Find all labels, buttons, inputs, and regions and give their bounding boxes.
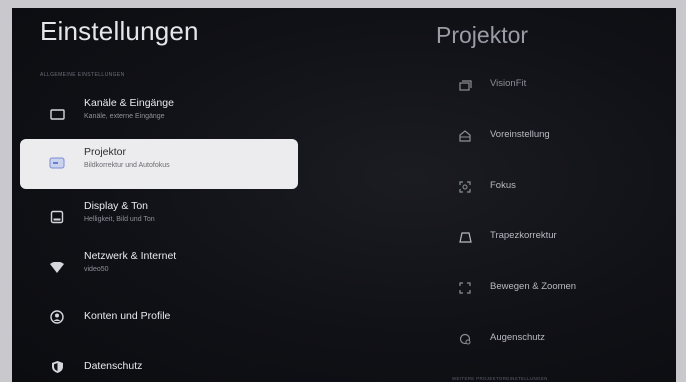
page-title: Einstellungen <box>40 16 199 46</box>
option-visionfit[interactable]: VisionFit <box>442 70 672 100</box>
option-keystone[interactable]: Trapezkorrektur <box>442 222 672 252</box>
preset-icon <box>456 127 474 145</box>
panel-title: Projektor <box>436 22 529 48</box>
visionfit-icon <box>456 76 474 94</box>
menu-item-projector[interactable]: Projektor Bildkorrektur und Autofokus <box>20 139 298 189</box>
menu-item-label: Datenschutz <box>84 360 143 372</box>
menu-item-label: Kanäle & Eingänge <box>84 97 174 109</box>
menu-item-sublabel: Kanäle, externe Eingänge <box>84 113 165 120</box>
menu-item-channels-inputs[interactable]: Kanäle & Eingänge Kanäle, externe Eingän… <box>20 90 298 140</box>
option-label: Trapezkorrektur <box>490 230 557 241</box>
tv-icon <box>48 105 66 123</box>
projector-options-panel: Projektor VisionFit Voreinstellung Fokus… <box>312 8 676 382</box>
menu-item-display-sound[interactable]: Display & Ton Helligkeit, Bild und Ton <box>20 193 298 243</box>
projector-icon <box>48 154 66 172</box>
option-label: Voreinstellung <box>490 129 550 140</box>
section-label-more: WEITERE PROJEKTOREINSTELLUNGEN <box>452 376 548 381</box>
section-label: ALLGEMEINE EINSTELLUNGEN <box>40 72 125 78</box>
menu-item-sublabel: Helligkeit, Bild und Ton <box>84 216 155 223</box>
menu-item-label: Netzwerk & Internet <box>84 250 177 262</box>
display-icon <box>48 208 66 226</box>
settings-menu-panel: Einstellungen ALLGEMEINE EINSTELLUNGEN K… <box>12 8 312 382</box>
focus-icon <box>456 178 474 196</box>
settings-screen: Einstellungen ALLGEMEINE EINSTELLUNGEN K… <box>12 8 676 382</box>
menu-item-label: Konten und Profile <box>84 310 171 322</box>
option-eye-protection[interactable]: Augenschutz <box>442 324 672 354</box>
eye-protection-icon <box>456 330 474 348</box>
option-focus[interactable]: Fokus <box>442 172 672 202</box>
menu-item-privacy[interactable]: Datenschutz <box>20 343 298 382</box>
shield-icon <box>48 358 66 376</box>
menu-item-label: Projektor <box>84 146 127 158</box>
option-label: VisionFit <box>490 78 527 89</box>
move-zoom-icon <box>456 279 474 297</box>
option-preset[interactable]: Voreinstellung <box>442 121 672 151</box>
option-label: Fokus <box>490 180 516 191</box>
menu-item-sublabel: video50 <box>84 266 109 273</box>
keystone-icon <box>456 228 474 246</box>
option-label: Bewegen & Zoomen <box>490 281 577 292</box>
option-label: Augenschutz <box>490 332 545 343</box>
menu-item-accounts-profiles[interactable]: Konten und Profile <box>20 293 298 343</box>
menu-item-sublabel: Bildkorrektur und Autofokus <box>84 162 170 169</box>
account-icon <box>48 308 66 326</box>
menu-item-label: Display & Ton <box>84 200 149 212</box>
option-move-zoom[interactable]: Bewegen & Zoomen <box>442 273 672 303</box>
menu-item-network-internet[interactable]: Netzwerk & Internet video50 <box>20 243 298 293</box>
wifi-icon <box>48 258 66 276</box>
